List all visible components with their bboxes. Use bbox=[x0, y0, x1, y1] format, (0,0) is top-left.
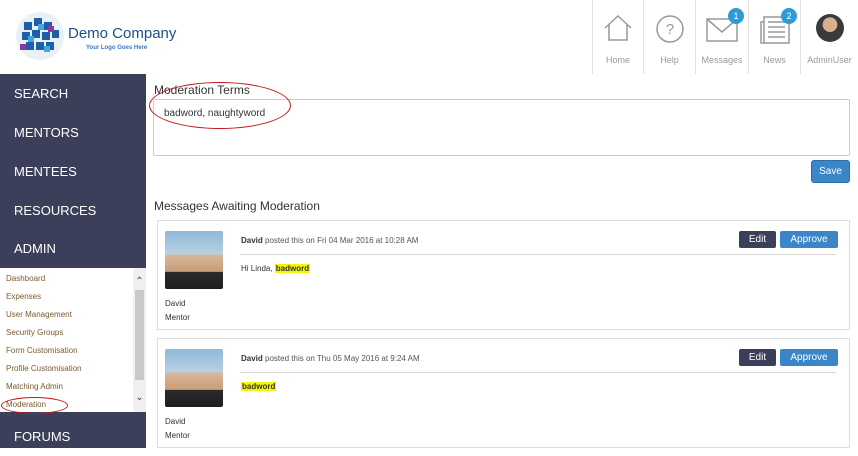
save-button[interactable]: Save bbox=[811, 160, 850, 183]
divider bbox=[240, 254, 836, 255]
main-content: Moderation Terms badword, naughtyword Sa… bbox=[146, 74, 858, 448]
message-posted: posted this on Fri 04 Mar 2016 at 10:28 … bbox=[265, 236, 419, 245]
avatar bbox=[165, 349, 223, 407]
nav-help-label: Help bbox=[660, 55, 679, 65]
flagged-term: badword bbox=[241, 382, 277, 391]
approve-button[interactable]: Approve bbox=[780, 231, 838, 248]
nav-news-label: News bbox=[763, 55, 786, 65]
logo-icon[interactable] bbox=[14, 10, 66, 62]
scroll-thumb[interactable] bbox=[135, 290, 144, 380]
list-item: David Mentor David posted this on Fri 04… bbox=[157, 220, 850, 330]
edit-button[interactable]: Edit bbox=[739, 349, 776, 366]
submenu-item-dashboard[interactable]: Dashboard bbox=[6, 274, 45, 283]
brand-name: Demo Company bbox=[68, 25, 177, 42]
sidebar-item-search[interactable]: Search bbox=[0, 74, 146, 113]
moderation-annotation bbox=[1, 397, 68, 414]
list-item: David Mentor David posted this on Thu 05… bbox=[157, 338, 850, 448]
message-author[interactable]: David bbox=[241, 236, 263, 245]
submenu-scrollbar[interactable]: ⌃ ⌄ bbox=[133, 268, 146, 412]
chevron-down-icon[interactable]: ⌄ bbox=[134, 392, 145, 403]
approve-button[interactable]: Approve bbox=[780, 349, 838, 366]
avatar bbox=[165, 231, 223, 289]
avatar bbox=[815, 14, 844, 42]
message-text: Hi Linda, bbox=[241, 264, 275, 273]
nav-home-button[interactable]: Home bbox=[592, 0, 643, 74]
message-user-role: Mentor bbox=[165, 431, 190, 440]
terms-annotation bbox=[149, 82, 291, 129]
nav-news-button[interactable]: 2 News bbox=[748, 0, 800, 74]
nav-home-label: Home bbox=[605, 55, 630, 65]
header: Demo Company Your Logo Goes Here Home ? … bbox=[0, 0, 858, 74]
nav-user-label: AdminUser bbox=[807, 55, 852, 65]
news-badge: 2 bbox=[781, 8, 797, 24]
sidebar-item-mentors[interactable]: Mentors bbox=[0, 113, 146, 152]
message-user-name: David bbox=[165, 299, 186, 308]
messages-badge: 1 bbox=[728, 8, 744, 24]
nav-help-button[interactable]: ? Help bbox=[643, 0, 695, 74]
submenu-item-expenses[interactable]: Expenses bbox=[6, 292, 41, 301]
submenu-item-security-groups[interactable]: Security Groups bbox=[6, 328, 63, 337]
message-user-name: David bbox=[165, 417, 186, 426]
nav-user-button[interactable]: AdminUser bbox=[800, 0, 858, 74]
sidebar-item-forums[interactable]: Forums bbox=[0, 417, 146, 456]
message-body: badword bbox=[241, 382, 277, 391]
message-body: Hi Linda, badword bbox=[241, 264, 311, 273]
nav-messages-label: Messages bbox=[701, 55, 743, 65]
edit-button[interactable]: Edit bbox=[739, 231, 776, 248]
message-meta: David posted this on Thu 05 May 2016 at … bbox=[241, 354, 420, 363]
message-user-role: Mentor bbox=[165, 313, 190, 322]
submenu-item-profile-customisation[interactable]: Profile Customisation bbox=[6, 364, 82, 373]
help-icon: ? bbox=[655, 15, 684, 43]
message-author[interactable]: David bbox=[241, 354, 263, 363]
submenu-item-user-management[interactable]: User Management bbox=[6, 310, 72, 319]
sidebar-item-mentees[interactable]: Mentees bbox=[0, 152, 146, 191]
sidebar-item-admin[interactable]: Admin bbox=[0, 229, 146, 268]
flagged-term: badword bbox=[274, 264, 311, 273]
message-meta: David posted this on Fri 04 Mar 2016 at … bbox=[241, 236, 418, 245]
brand-tagline: Your Logo Goes Here bbox=[86, 45, 148, 51]
svg-text:?: ? bbox=[665, 21, 673, 38]
awaiting-heading: Messages Awaiting Moderation bbox=[154, 199, 320, 213]
submenu-item-form-customisation[interactable]: Form Customisation bbox=[6, 346, 78, 355]
nav-messages-button[interactable]: 1 Messages bbox=[695, 0, 748, 74]
admin-submenu: Dashboard Expenses User Management Secur… bbox=[0, 268, 146, 412]
divider bbox=[240, 372, 836, 373]
chevron-up-icon[interactable]: ⌃ bbox=[134, 276, 145, 287]
submenu-item-matching-admin[interactable]: Matching Admin bbox=[6, 382, 63, 391]
sidebar-item-resources[interactable]: Resources bbox=[0, 191, 146, 230]
home-icon bbox=[604, 14, 632, 41]
message-posted: posted this on Thu 05 May 2016 at 9:24 A… bbox=[265, 354, 420, 363]
